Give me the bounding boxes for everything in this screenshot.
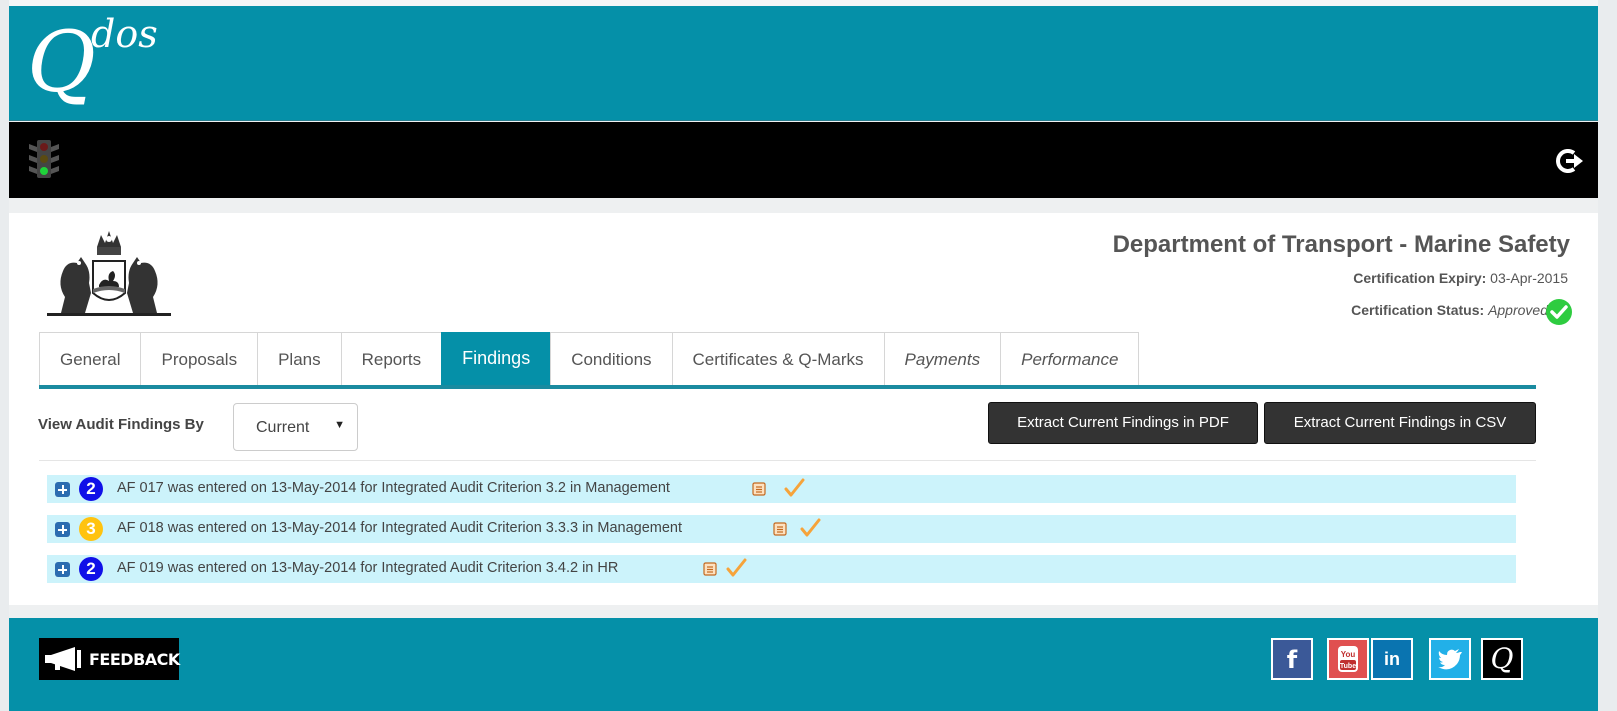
- tab-reports[interactable]: Reports: [340, 332, 442, 386]
- finding-text: AF 019 was entered on 13-May-2014 for In…: [117, 560, 619, 576]
- linkedin-glyph: in: [1384, 649, 1400, 669]
- tab-proposals[interactable]: Proposals: [140, 332, 258, 386]
- finding-text: AF 017 was entered on 13-May-2014 for In…: [117, 480, 670, 496]
- twitter-icon[interactable]: [1429, 638, 1471, 680]
- toolbar: [9, 122, 1598, 198]
- document-icon[interactable]: [703, 562, 717, 576]
- checkmark-icon: [800, 518, 821, 537]
- tab-payments[interactable]: Payments: [883, 332, 1001, 386]
- twitter-bird: [1438, 649, 1462, 670]
- document-icon[interactable]: [752, 482, 766, 496]
- logo-q: Q: [27, 13, 96, 111]
- organisation-title: Department of Transport - Marine Safety: [1112, 231, 1570, 258]
- feedback-label: FEEDBACK: [89, 650, 180, 669]
- expand-plus-icon[interactable]: [55, 482, 70, 497]
- checkmark-icon: [784, 478, 805, 497]
- tab-performance[interactable]: Performance: [1000, 332, 1140, 386]
- tab-certificates-qmarks[interactable]: Certificates & Q-Marks: [671, 332, 884, 386]
- youtube-top-text: You: [1341, 650, 1356, 659]
- tab-underline: [39, 385, 1536, 389]
- logo-dos: dos: [91, 12, 158, 56]
- youtube-bottom-text: Tube: [1340, 663, 1356, 670]
- checkmark-icon: [726, 558, 747, 577]
- approved-check-icon: [1546, 299, 1572, 325]
- main-card: Department of Transport - Marine Safety …: [9, 213, 1598, 605]
- finding-row[interactable]: 2 AF 017 was entered on 13-May-2014 for …: [47, 475, 1516, 503]
- cert-expiry-value: 03-Apr-2015: [1490, 270, 1568, 286]
- finding-row[interactable]: 2 AF 019 was entered on 13-May-2014 for …: [47, 555, 1516, 583]
- brand-header: Q dos: [9, 6, 1598, 121]
- facebook-icon[interactable]: f: [1271, 638, 1313, 680]
- qdos-icon[interactable]: Q: [1481, 638, 1523, 680]
- page-left-gutter: [0, 0, 9, 711]
- findings-view-select[interactable]: Current ▼: [233, 403, 358, 451]
- tab-findings[interactable]: Findings: [441, 332, 551, 386]
- cert-status-label: Certification Status:: [1351, 302, 1485, 318]
- caret-down-icon: ▼: [334, 419, 345, 431]
- traffic-light-icon[interactable]: [27, 138, 61, 180]
- filter-selected-value: Current: [256, 419, 310, 436]
- expand-plus-icon[interactable]: [55, 562, 70, 577]
- coat-of-arms-logo: [47, 231, 171, 316]
- severity-badge: 2: [79, 557, 103, 581]
- finding-row[interactable]: 3 AF 018 was entered on 13-May-2014 for …: [47, 515, 1516, 543]
- severity-badge: 2: [79, 477, 103, 501]
- logout-icon[interactable]: [1554, 146, 1584, 176]
- divider: [39, 460, 1536, 461]
- tab-bar: General Proposals Plans Reports Findings…: [39, 332, 1140, 386]
- certification-status: Certification Status: Approved: [1351, 302, 1548, 318]
- tab-plans[interactable]: Plans: [257, 332, 341, 386]
- extract-csv-button[interactable]: Extract Current Findings in CSV: [1264, 402, 1536, 444]
- linkedin-icon[interactable]: in: [1371, 638, 1413, 680]
- page-right-gutter: [1598, 0, 1617, 711]
- finding-text: AF 018 was entered on 13-May-2014 for In…: [117, 520, 683, 536]
- cert-status-value: Approved: [1488, 302, 1548, 318]
- youtube-icon[interactable]: You Tube: [1327, 638, 1369, 680]
- extract-pdf-button[interactable]: Extract Current Findings in PDF: [988, 402, 1258, 444]
- filter-label: View Audit Findings By: [38, 416, 204, 433]
- youtube-logo: You Tube: [1338, 646, 1358, 672]
- qdos-glyph: Q: [1490, 642, 1514, 675]
- footer: FEEDBACK f You Tube in Q: [9, 618, 1598, 711]
- facebook-glyph: f: [1286, 646, 1298, 674]
- tab-general[interactable]: General: [39, 332, 141, 386]
- tab-conditions[interactable]: Conditions: [550, 332, 672, 386]
- cert-expiry-label: Certification Expiry:: [1353, 270, 1487, 286]
- document-icon[interactable]: [773, 522, 787, 536]
- expand-plus-icon[interactable]: [55, 522, 70, 537]
- severity-badge: 3: [79, 517, 103, 541]
- megaphone-icon: [45, 647, 81, 671]
- feedback-button[interactable]: FEEDBACK: [39, 638, 180, 680]
- certification-expiry: Certification Expiry: 03-Apr-2015: [1353, 270, 1568, 286]
